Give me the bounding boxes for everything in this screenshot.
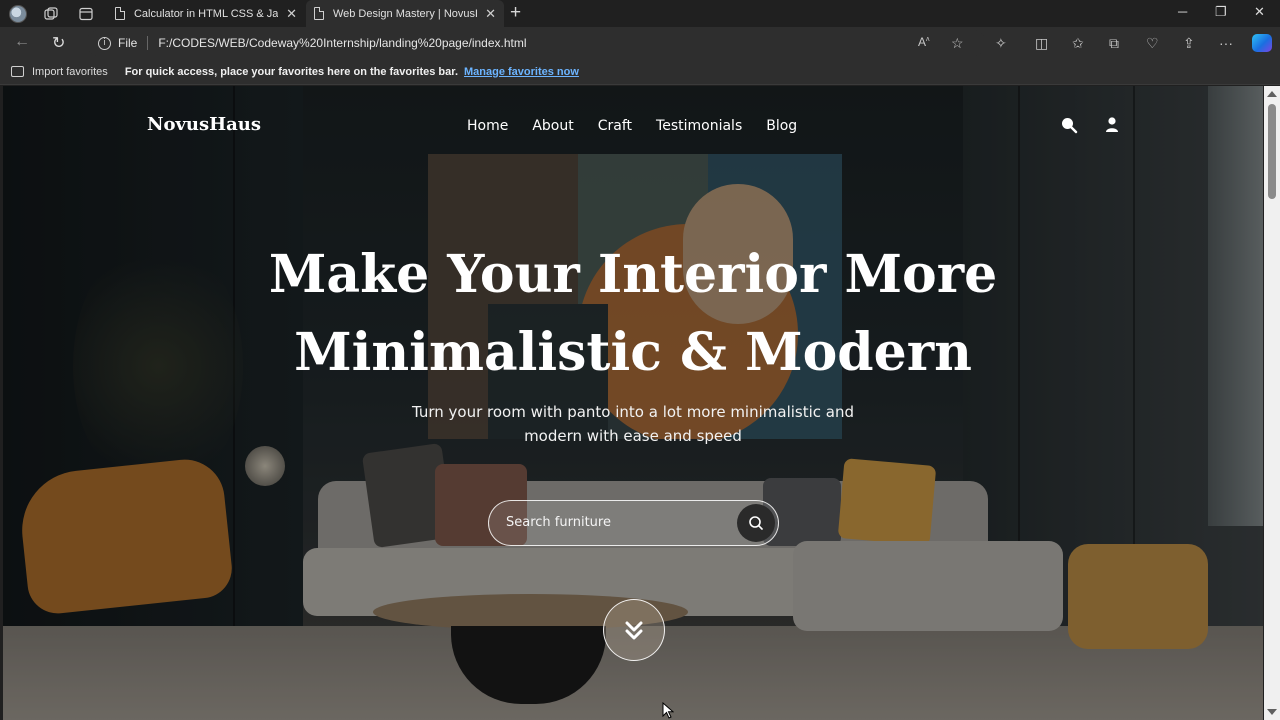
manage-favorites-link[interactable]: Manage favorites now bbox=[464, 66, 579, 78]
favorite-star-icon[interactable]: ☆ bbox=[951, 35, 964, 52]
favorites-message: For quick access, place your favorites h… bbox=[124, 65, 458, 78]
extensions-icon[interactable]: ✧ bbox=[995, 35, 1007, 52]
browser-essentials-icon[interactable]: ♡ bbox=[1146, 35, 1159, 52]
headline-line-2: Minimalistic & Modern bbox=[294, 322, 972, 383]
scrollbar-thumb[interactable] bbox=[1268, 104, 1276, 199]
document-icon bbox=[314, 7, 324, 20]
document-icon bbox=[115, 7, 125, 20]
nav-link-home[interactable]: Home bbox=[467, 118, 508, 134]
subtitle-line-2: modern with ease and speed bbox=[524, 427, 742, 445]
furniture-search-input[interactable]: Search furniture bbox=[488, 500, 779, 546]
tab-actions-icon[interactable] bbox=[76, 4, 96, 24]
favorites-icon[interactable]: ✩ bbox=[1072, 35, 1084, 52]
nav-link-about[interactable]: About bbox=[532, 118, 573, 134]
address-bar[interactable]: i File F:/CODES/WEB/Codeway%20Internship… bbox=[86, 30, 986, 56]
minimize-icon[interactable]: ─ bbox=[1178, 4, 1187, 19]
close-tab-icon[interactable]: ✕ bbox=[286, 6, 297, 22]
double-chevron-down-icon bbox=[625, 621, 643, 640]
new-tab-button[interactable]: + bbox=[510, 3, 521, 23]
scroll-down-arrow-icon[interactable] bbox=[1267, 709, 1277, 715]
share-icon[interactable]: ⇪ bbox=[1183, 35, 1195, 52]
search-submit-button[interactable] bbox=[737, 504, 775, 542]
nav-link-blog[interactable]: Blog bbox=[766, 118, 797, 134]
scroll-down-button[interactable] bbox=[603, 599, 665, 661]
search-placeholder: Search furniture bbox=[506, 515, 611, 530]
nav-link-craft[interactable]: Craft bbox=[598, 118, 632, 134]
nav-link-testimonials[interactable]: Testimonials bbox=[656, 118, 742, 134]
import-favorites-button[interactable]: Import favorites bbox=[32, 66, 108, 78]
tab-title: Calculator in HTML CSS & JavaSc bbox=[133, 7, 279, 20]
window-close-icon[interactable]: ✕ bbox=[1254, 4, 1265, 20]
scroll-up-arrow-icon[interactable] bbox=[1267, 91, 1277, 97]
import-favorites-icon bbox=[11, 66, 24, 77]
search-icon[interactable] bbox=[1060, 116, 1080, 136]
user-icon[interactable] bbox=[1103, 116, 1123, 136]
divider bbox=[147, 36, 149, 50]
address-toolbar: ← ↻ i File F:/CODES/WEB/Codeway%20Intern… bbox=[0, 27, 1280, 59]
tab-title: Web Design Mastery | NovusHaus bbox=[332, 7, 477, 20]
mouse-cursor-icon bbox=[662, 702, 674, 719]
profile-avatar-icon[interactable] bbox=[8, 4, 28, 24]
copilot-icon[interactable] bbox=[1252, 34, 1272, 52]
split-screen-icon[interactable]: ◫ bbox=[1035, 35, 1048, 52]
main-nav: Home About Craft Testimonials Blog bbox=[467, 118, 821, 134]
hero-subtitle: Turn your room with panto into a lot mor… bbox=[3, 400, 1263, 448]
browser-tab-bar: Calculator in HTML CSS & JavaSc ✕ Web De… bbox=[0, 0, 1280, 27]
info-icon[interactable]: i bbox=[98, 36, 111, 50]
search-icon bbox=[749, 516, 763, 530]
back-arrow-icon[interactable]: ← bbox=[14, 33, 30, 51]
read-aloud-icon[interactable]: Aʌ bbox=[918, 35, 930, 49]
more-menu-icon[interactable]: ··· bbox=[1219, 35, 1233, 51]
collections-icon[interactable]: ⧉ bbox=[1109, 35, 1119, 52]
hero-section: NovusHaus Home About Craft Testimonials … bbox=[3, 86, 1263, 720]
close-tab-icon[interactable]: ✕ bbox=[485, 6, 496, 22]
subtitle-line-1: Turn your room with panto into a lot mor… bbox=[411, 403, 855, 421]
favorites-bar: Import favorites For quick access, place… bbox=[0, 59, 1280, 85]
scheme-label: File bbox=[118, 36, 138, 50]
refresh-icon[interactable]: ↻ bbox=[52, 33, 65, 53]
hero-headline: Make Your Interior More Minimalistic & M… bbox=[3, 236, 1263, 392]
workspaces-icon[interactable] bbox=[41, 4, 61, 24]
restore-icon[interactable]: ❐ bbox=[1215, 4, 1227, 20]
page-scrollbar[interactable] bbox=[1264, 86, 1280, 720]
tab-novushaus[interactable]: Web Design Mastery | NovusHaus ✕ bbox=[306, 0, 504, 27]
page-viewport: NovusHaus Home About Craft Testimonials … bbox=[3, 86, 1263, 720]
site-logo[interactable]: NovusHaus bbox=[147, 114, 261, 135]
tab-calculator[interactable]: Calculator in HTML CSS & JavaSc ✕ bbox=[107, 0, 305, 27]
url-text[interactable]: F:/CODES/WEB/Codeway%20Internship/landin… bbox=[158, 36, 526, 50]
headline-line-1: Make Your Interior More bbox=[268, 244, 998, 305]
